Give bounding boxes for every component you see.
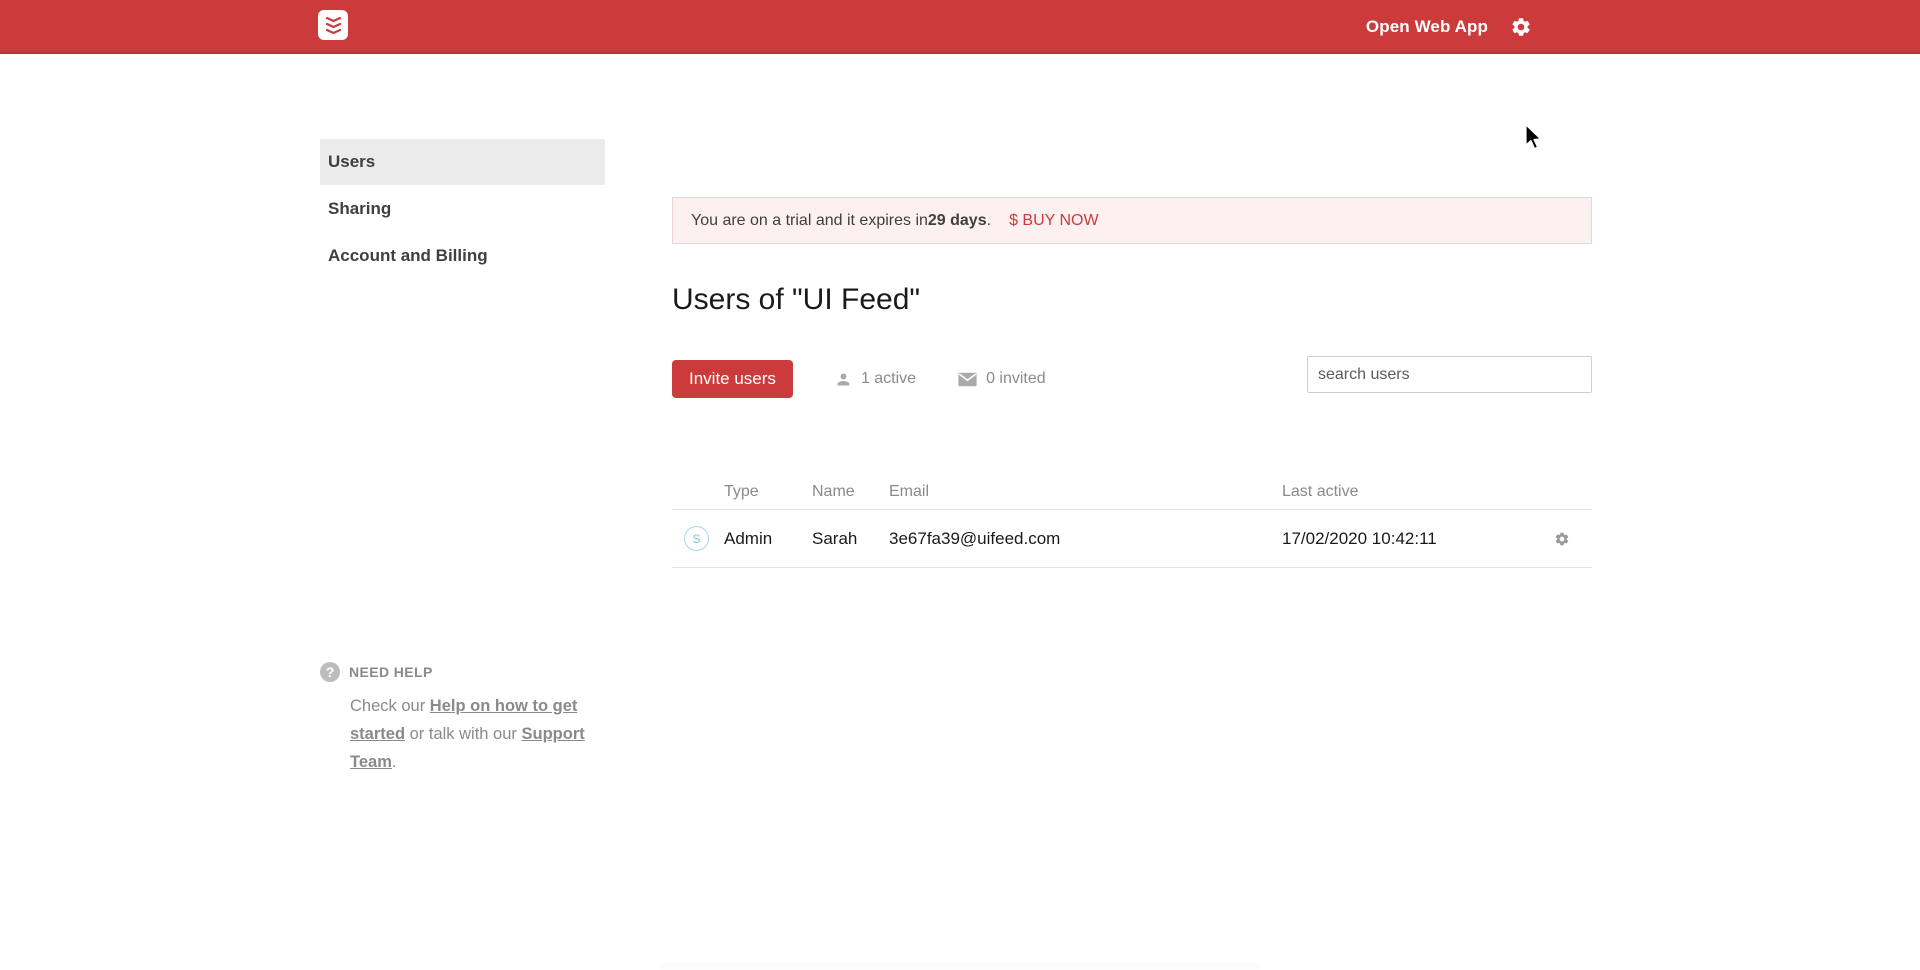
sidebar-item-sharing[interactable]: Sharing [320,186,605,232]
settings-gear-icon[interactable] [1510,16,1532,38]
invited-users-stat: 0 invited [958,370,1046,388]
bottom-sheet-edge [660,962,1260,970]
logo-chevron-2 [325,22,341,28]
table-header-type: Type [724,482,759,500]
user-avatar-cell: S [672,526,724,551]
users-table: Type Name Email Last active S Admin Sara… [672,474,1592,568]
sidebar-item-label: Users [328,152,376,171]
logo-chevron-3 [325,28,341,34]
table-header-email: Email [889,482,930,500]
settings-sidebar: Users Sharing Account and Billing [320,139,605,279]
open-web-app-link[interactable]: Open Web App [1366,17,1488,37]
invited-users-count: 0 invited [986,370,1046,387]
need-help-text-after: . [391,753,397,771]
table-header-row: Type Name Email Last active [672,474,1592,510]
active-users-stat: 1 active [835,370,916,388]
avatar: S [684,526,709,551]
user-email-cell: 3e67fa39@uifeed.com [889,528,1061,548]
top-bar-actions: Open Web App [1366,0,1532,54]
trial-banner-text-before: You are on a trial and it expires in [691,211,928,229]
need-help-text-middle: or talk with our [405,725,522,743]
sidebar-item-label: Account and Billing [328,246,488,265]
user-name-cell: Sarah [812,528,858,548]
sidebar-item-account-and-billing[interactable]: Account and Billing [320,233,605,279]
logo-chevron-1 [325,16,341,22]
need-help-block: ? NEED HELP Check our Help on how to get… [320,662,590,776]
person-icon [837,373,850,385]
user-actions-cell [1532,531,1592,547]
need-help-title: NEED HELP [349,664,433,680]
need-help-text: Check our Help on how to get started or … [320,692,590,776]
table-header-last-active: Last active [1282,482,1359,500]
need-help-text-before: Check our [350,697,430,715]
sidebar-item-label: Sharing [328,199,392,218]
page-body: Users Sharing Account and Billing ? NEED… [0,54,1920,970]
question-mark-icon: ? [320,662,340,682]
trial-banner-days: 29 days [927,211,987,229]
active-users-count: 1 active [860,370,917,387]
search-users-input[interactable] [1307,356,1592,393]
user-last-active-cell: 17/02/2020 10:42:11 [1282,528,1437,548]
sidebar-item-users[interactable]: Users [320,139,605,185]
trial-banner-text-after: . [986,211,992,229]
buy-now-link[interactable]: $ BUY NOW [1009,212,1099,230]
page-title: Users of "UI Feed" [672,283,921,316]
todoist-logo-icon[interactable] [318,10,348,40]
envelope-icon [958,372,977,386]
top-bar: Open Web App [0,0,1920,54]
invite-users-button[interactable]: Invite users [672,360,793,398]
table-row[interactable]: S Admin Sarah 3e67fa39@uifeed.com 17/02/… [672,510,1592,568]
user-type-cell: Admin [724,528,773,548]
need-help-header: ? NEED HELP [320,662,590,682]
trial-banner: You are on a trial and it expires in 29 … [672,197,1592,244]
row-settings-gear-icon[interactable] [1554,531,1570,547]
table-header-name: Name [812,482,855,500]
